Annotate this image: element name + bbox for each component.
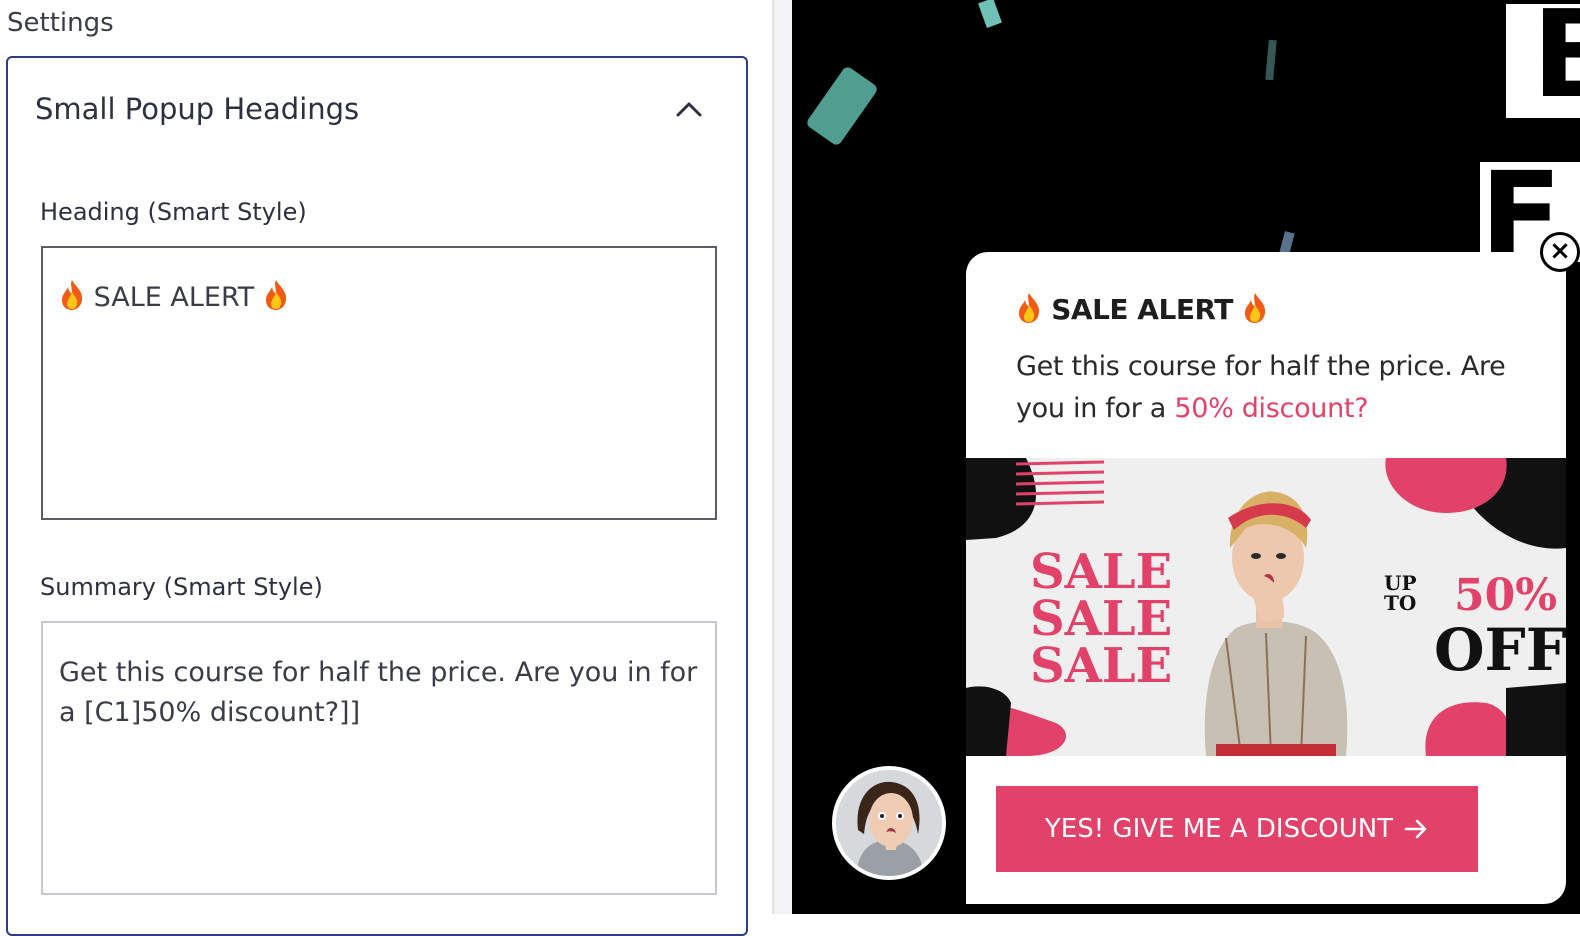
confetti-shape xyxy=(1265,39,1277,81)
confetti-shape xyxy=(978,0,1002,28)
avatar-image xyxy=(836,770,942,876)
arrow-right-icon xyxy=(1404,819,1427,839)
popup-heading: SALE ALERT xyxy=(1016,292,1268,326)
sale-line-3: SALE xyxy=(1030,638,1172,694)
settings-panel: Settings Small Popup Headings Heading (S… xyxy=(0,0,772,936)
background-letter-block: B xyxy=(1506,4,1580,118)
confetti-shape xyxy=(804,65,880,147)
popup-summary-highlight: 50% discount? xyxy=(1174,393,1369,424)
fire-icon xyxy=(265,280,286,310)
get-discount-button[interactable]: YES! GIVE ME A DISCOUNT xyxy=(996,786,1478,872)
accordion-title[interactable]: Small Popup Headings xyxy=(35,92,359,126)
summary-textarea[interactable]: Get this course for half the price. Are … xyxy=(41,621,717,895)
cta-label: YES! GIVE ME A DISCOUNT xyxy=(1044,814,1394,844)
background-letter: B xyxy=(1532,4,1580,118)
woman-figure xyxy=(1204,491,1348,756)
popup-heading-text: SALE ALERT xyxy=(1051,293,1233,326)
summary-field-label: Summary (Smart Style) xyxy=(40,573,323,601)
fire-icon xyxy=(62,280,83,310)
heading-textarea-value: SALE ALERT xyxy=(93,282,255,313)
avatar xyxy=(832,766,946,880)
heading-textarea[interactable]: SALE ALERT xyxy=(41,246,717,520)
popup-summary: Get this course for half the price. Are … xyxy=(1016,346,1526,430)
percent-text: 50% xyxy=(1454,570,1557,621)
fire-icon xyxy=(1245,293,1266,323)
settings-title: Settings xyxy=(7,8,114,38)
off-text: OFF xyxy=(1434,616,1566,684)
to-text: TO xyxy=(1384,591,1416,615)
fire-icon xyxy=(1019,293,1040,323)
sale-banner-image: SALE SALE SALE UP TO 50% OFF xyxy=(966,458,1566,756)
sale-text-stack: SALE SALE SALE xyxy=(1030,544,1172,694)
panel-divider[interactable] xyxy=(772,0,792,914)
close-icon[interactable]: × xyxy=(1540,232,1580,272)
chevron-up-icon[interactable] xyxy=(674,94,704,124)
popup-headings-accordion: Small Popup Headings Heading (Smart Styl… xyxy=(6,56,748,936)
sale-popup: SALE ALERT Get this course for half the … xyxy=(966,252,1566,904)
heading-field-label: Heading (Smart Style) xyxy=(40,198,307,226)
banner-graphic: SALE SALE SALE UP TO 50% OFF xyxy=(966,458,1566,756)
up-to-text: UP TO xyxy=(1384,571,1416,615)
